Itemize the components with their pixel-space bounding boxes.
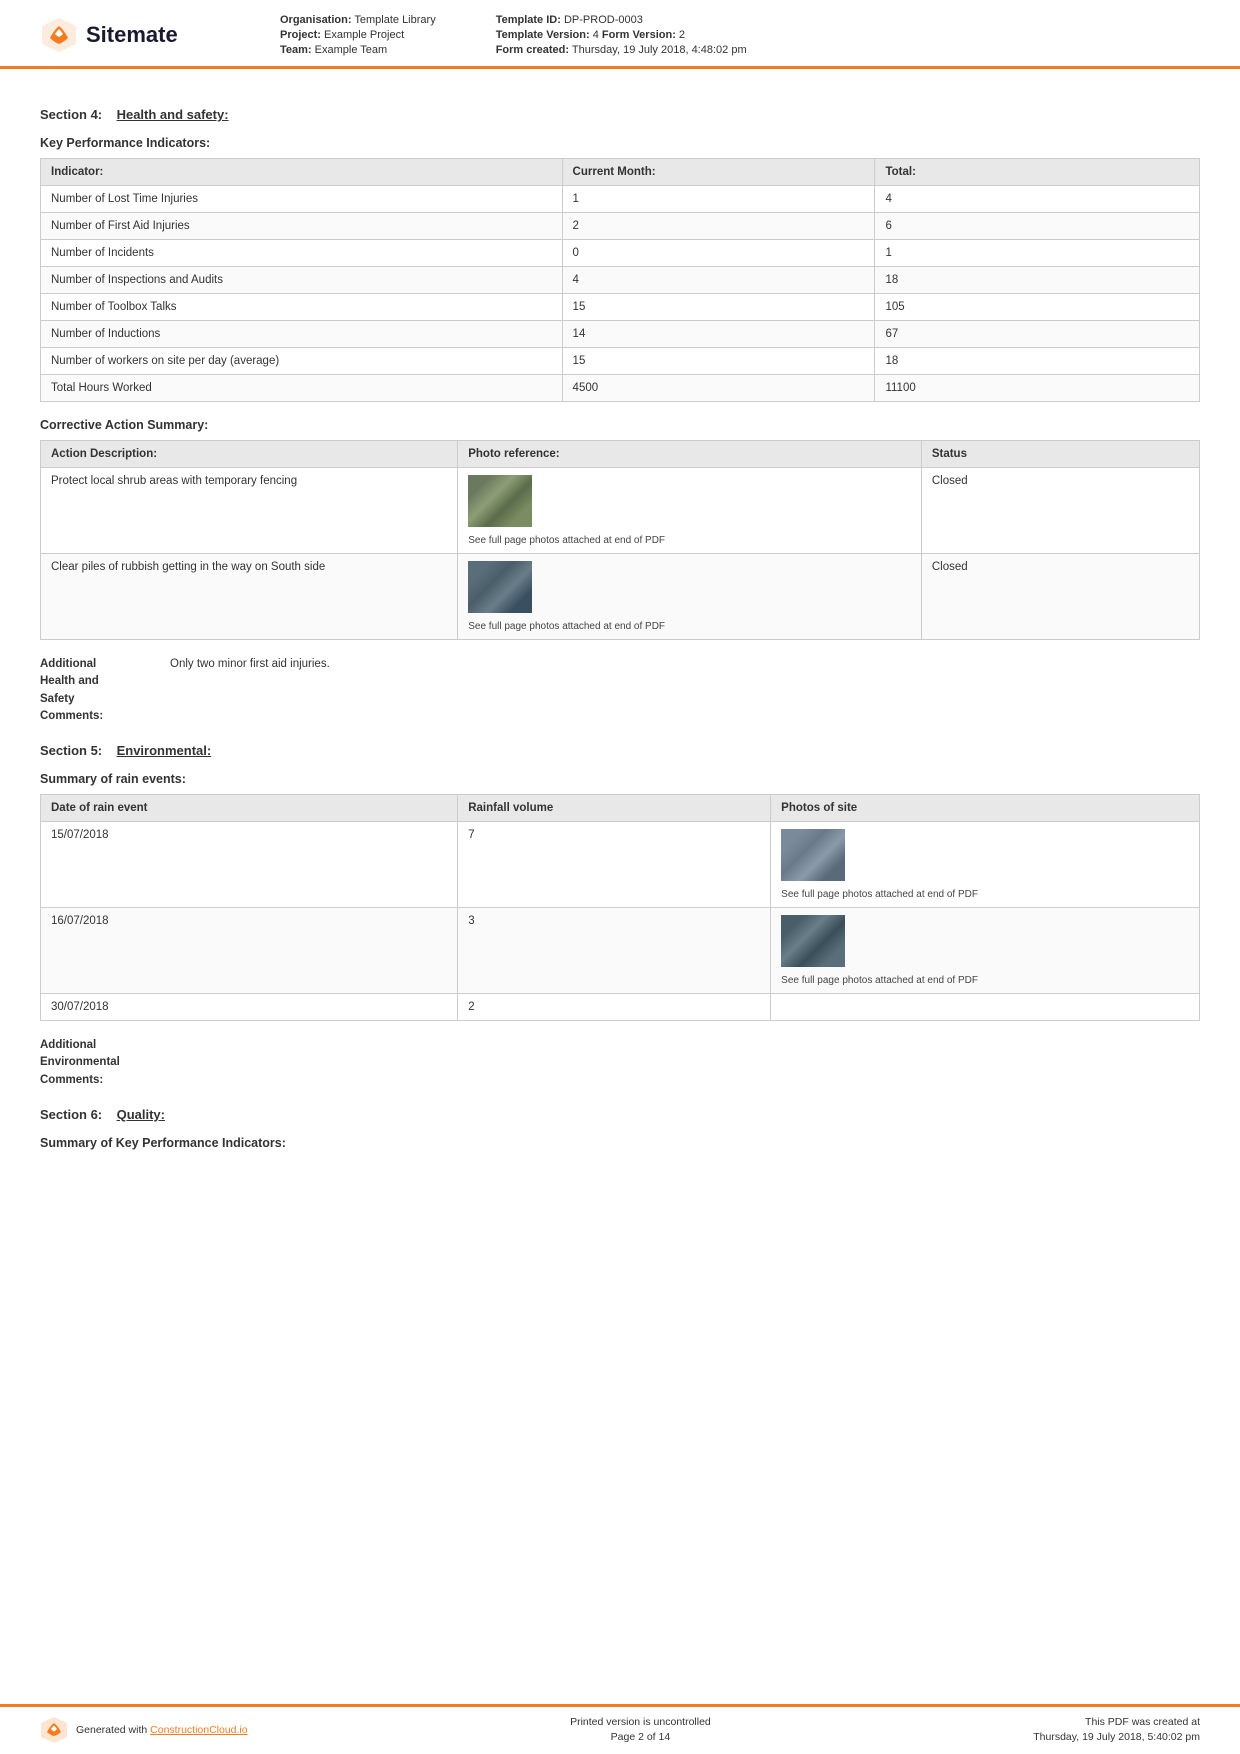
- rain-photo-caption-1: See full page photos attached at end of …: [781, 975, 1189, 986]
- corrective-action-table: Action Description: Photo reference: Sta…: [40, 440, 1200, 640]
- footer-center: Printed version is uncontrolled Page 2 o…: [570, 1715, 711, 1747]
- logo-area: Sitemate: [40, 16, 240, 54]
- project-line: Project: Example Project: [280, 29, 436, 41]
- rain-date-2: 30/07/2018: [41, 994, 458, 1021]
- kpi-cell-0-0: Number of Lost Time Injuries: [41, 186, 563, 213]
- kpi-cell-2-0: Number of Incidents: [41, 240, 563, 267]
- sitemate-logo-icon: [40, 16, 78, 54]
- additional-hs-value: Only two minor first aid injuries.: [170, 656, 330, 725]
- page-wrapper: Section 4: Health and safety: Key Perfor…: [0, 69, 1240, 1258]
- template-id-line: Template ID: DP-PROD-0003: [496, 14, 747, 26]
- kpi-cell-2-2: 1: [875, 240, 1200, 267]
- kpi-header-current-month: Current Month:: [562, 159, 875, 186]
- ca-photo-1: See full page photos attached at end of …: [458, 554, 922, 640]
- rain-header-volume: Rainfall volume: [458, 795, 771, 822]
- rain-date-0: 15/07/2018: [41, 822, 458, 908]
- ca-status-0: Closed: [921, 468, 1199, 554]
- kpi-cell-3-2: 18: [875, 267, 1200, 294]
- org-line: Organisation: Template Library: [280, 14, 436, 26]
- footer-logo-icon: [40, 1716, 68, 1744]
- kpi-cell-5-1: 14: [562, 321, 875, 348]
- photo-caption-0: See full page photos attached at end of …: [468, 535, 911, 546]
- footer-link[interactable]: ConstructionCloud.io: [150, 1724, 247, 1736]
- page-header: Sitemate Organisation: Template Library …: [0, 0, 1240, 69]
- ca-description-0: Protect local shrub areas with temporary…: [41, 468, 458, 554]
- kpi-cell-1-1: 2: [562, 213, 875, 240]
- footer-pdf-created-label: This PDF was created at: [1033, 1715, 1200, 1731]
- kpi-cell-7-2: 11100: [875, 375, 1200, 402]
- kpi-cell-2-1: 0: [562, 240, 875, 267]
- footer-page-info: Page 2 of 14: [570, 1730, 711, 1746]
- kpi-cell-7-1: 4500: [562, 375, 875, 402]
- ca-description-1: Clear piles of rubbish getting in the wa…: [41, 554, 458, 640]
- kpi-cell-4-2: 105: [875, 294, 1200, 321]
- kpi-cell-4-0: Number of Toolbox Talks: [41, 294, 563, 321]
- rain-events-table: Date of rain event Rainfall volume Photo…: [40, 794, 1200, 1021]
- kpi-header-indicator: Indicator:: [41, 159, 563, 186]
- rain-photo-2: [771, 994, 1200, 1021]
- ca-photo-0: See full page photos attached at end of …: [458, 468, 922, 554]
- rain-events-title: Summary of rain events:: [40, 772, 1200, 786]
- rain-thumbnail-0: [781, 829, 845, 881]
- kpi-title: Key Performance Indicators:: [40, 136, 1200, 150]
- rain-photo-0: See full page photos attached at end of …: [771, 822, 1200, 908]
- kpi-cell-3-1: 4: [562, 267, 875, 294]
- kpi-cell-5-2: 67: [875, 321, 1200, 348]
- ca-header-photo: Photo reference:: [458, 441, 922, 468]
- section6-title: Section 6: Quality:: [40, 1107, 1200, 1122]
- header-meta-left: Organisation: Template Library Project: …: [280, 14, 436, 56]
- rain-header-photos: Photos of site: [771, 795, 1200, 822]
- form-created-line: Form created: Thursday, 19 July 2018, 4:…: [496, 44, 747, 56]
- ca-header-status: Status: [921, 441, 1199, 468]
- ca-status-1: Closed: [921, 554, 1199, 640]
- additional-env-comments: AdditionalEnvironmentalComments:: [40, 1037, 1200, 1089]
- footer-pdf-created-value: Thursday, 19 July 2018, 5:40:02 pm: [1033, 1730, 1200, 1746]
- footer-left: Generated with ConstructionCloud.io: [40, 1716, 248, 1744]
- rain-volume-0: 7: [458, 822, 771, 908]
- kpi-cell-4-1: 15: [562, 294, 875, 321]
- rain-photo-caption-0: See full page photos attached at end of …: [781, 889, 1189, 900]
- template-version-line: Template Version: 4 Form Version: 2: [496, 29, 747, 41]
- rain-date-1: 16/07/2018: [41, 908, 458, 994]
- rain-thumbnail-1: [781, 915, 845, 967]
- header-meta-right: Template ID: DP-PROD-0003 Template Versi…: [496, 14, 747, 56]
- kpi-cell-7-0: Total Hours Worked: [41, 375, 563, 402]
- kpi-cell-3-0: Number of Inspections and Audits: [41, 267, 563, 294]
- rain-photo-1: See full page photos attached at end of …: [771, 908, 1200, 994]
- team-line: Team: Example Team: [280, 44, 436, 56]
- ca-header-action: Action Description:: [41, 441, 458, 468]
- section4-title: Section 4: Health and safety:: [40, 107, 1200, 122]
- additional-env-label: AdditionalEnvironmentalComments:: [40, 1037, 170, 1089]
- kpi-cell-1-0: Number of First Aid Injuries: [41, 213, 563, 240]
- header-meta: Organisation: Template Library Project: …: [280, 14, 1200, 56]
- kpi-table: Indicator: Current Month: Total: Number …: [40, 158, 1200, 402]
- kpi-cell-1-2: 6: [875, 213, 1200, 240]
- footer-uncontrolled: Printed version is uncontrolled: [570, 1715, 711, 1731]
- additional-hs-comments: AdditionalHealth andSafetyComments: Only…: [40, 656, 1200, 725]
- rain-volume-2: 2: [458, 994, 771, 1021]
- kpi-cell-0-2: 4: [875, 186, 1200, 213]
- corrective-action-title: Corrective Action Summary:: [40, 418, 1200, 432]
- section5-title: Section 5: Environmental:: [40, 743, 1200, 758]
- rain-volume-1: 3: [458, 908, 771, 994]
- photo-thumbnail-1: [468, 561, 532, 613]
- rain-header-date: Date of rain event: [41, 795, 458, 822]
- kpi-cell-6-0: Number of workers on site per day (avera…: [41, 348, 563, 375]
- additional-hs-label: AdditionalHealth andSafetyComments:: [40, 656, 170, 725]
- kpi-cell-0-1: 1: [562, 186, 875, 213]
- photo-thumbnail-0: [468, 475, 532, 527]
- summary-kpi-title: Summary of Key Performance Indicators:: [40, 1136, 1200, 1150]
- photo-caption-1: See full page photos attached at end of …: [468, 621, 911, 632]
- footer-generated-text: Generated with ConstructionCloud.io: [76, 1724, 248, 1736]
- page-footer: Generated with ConstructionCloud.io Prin…: [0, 1704, 1240, 1754]
- footer-right: This PDF was created at Thursday, 19 Jul…: [1033, 1715, 1200, 1747]
- kpi-cell-6-2: 18: [875, 348, 1200, 375]
- logo-text: Sitemate: [86, 22, 178, 48]
- main-content: Section 4: Health and safety: Key Perfor…: [0, 69, 1240, 1178]
- kpi-cell-5-0: Number of Inductions: [41, 321, 563, 348]
- kpi-header-total: Total:: [875, 159, 1200, 186]
- kpi-cell-6-1: 15: [562, 348, 875, 375]
